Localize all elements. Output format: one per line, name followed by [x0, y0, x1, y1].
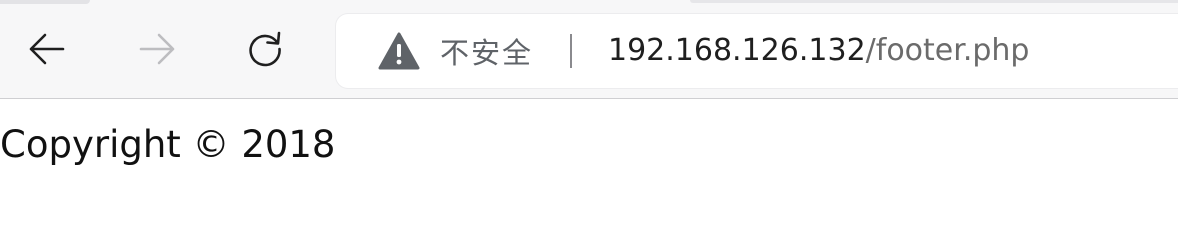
url-host: 192.168.126.132 — [608, 33, 866, 68]
copyright-text: Copyright © 2018 — [0, 123, 336, 166]
warning-triangle-icon — [378, 32, 420, 70]
page-content: Copyright © 2018 — [0, 99, 1178, 242]
address-bar[interactable]: 不安全 192.168.126.132/footer.php — [336, 14, 1178, 88]
back-button[interactable] — [22, 24, 72, 74]
url-field[interactable]: 192.168.126.132/footer.php — [608, 14, 1029, 88]
tab-strip-edge — [0, 0, 90, 4]
arrow-right-icon — [139, 33, 175, 65]
browser-toolbar: 不安全 192.168.126.132/footer.php — [0, 0, 1178, 99]
site-security-indicator[interactable]: 不安全 — [378, 14, 533, 88]
reload-icon — [249, 31, 281, 67]
address-divider — [570, 34, 572, 68]
tab-strip-edge — [690, 0, 1178, 3]
forward-button[interactable] — [132, 24, 182, 74]
security-label: 不安全 — [440, 36, 534, 70]
reload-button[interactable] — [240, 24, 290, 74]
arrow-left-icon — [29, 33, 65, 65]
url-path: /footer.php — [865, 33, 1030, 68]
